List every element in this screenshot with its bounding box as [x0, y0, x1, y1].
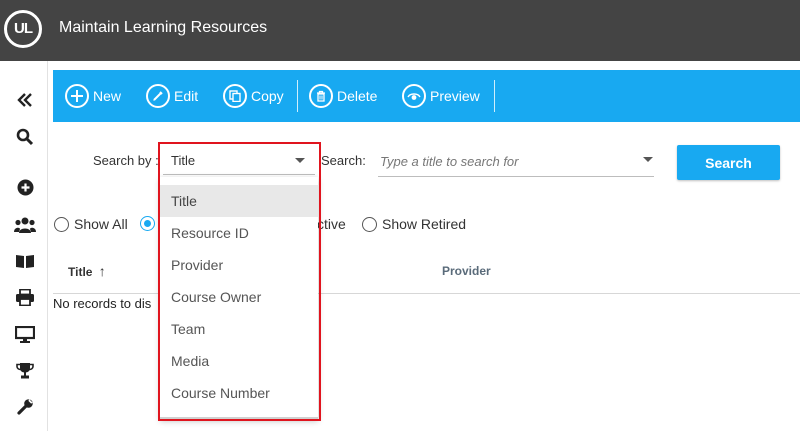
- users-icon[interactable]: [14, 214, 36, 236]
- left-rail: [0, 61, 48, 431]
- chevron-down-icon: [295, 158, 305, 163]
- trash-icon: [309, 84, 333, 108]
- column-header-title[interactable]: Title ↑: [68, 263, 106, 279]
- radio-selected-icon: [140, 216, 155, 231]
- copy-icon: [223, 84, 247, 108]
- empty-table-message: No records to dis: [53, 296, 152, 311]
- search-label: Search:: [321, 153, 366, 168]
- delete-label: Delete: [337, 88, 378, 104]
- eye-icon: [402, 84, 426, 108]
- dropdown-bottom-border: [160, 417, 318, 419]
- show-retired-label: Show Retired: [382, 216, 467, 232]
- dropdown-option-course-owner[interactable]: Course Owner: [160, 281, 318, 313]
- new-button[interactable]: New: [65, 82, 121, 110]
- ul-logo: UL: [4, 10, 42, 48]
- chevron-down-icon[interactable]: [643, 157, 653, 162]
- search-by-select[interactable]: Title: [163, 147, 315, 175]
- copy-label: Copy: [251, 88, 284, 104]
- new-label: New: [93, 88, 122, 104]
- dropdown-option-resource-id[interactable]: Resource ID: [160, 217, 318, 249]
- dropdown-option-media[interactable]: Media: [160, 345, 318, 377]
- collapse-icon[interactable]: [14, 89, 36, 111]
- preview-label: Preview: [430, 88, 480, 104]
- action-toolbar: New Edit Copy Delete Preview: [53, 70, 800, 122]
- show-active-label: ctive: [317, 216, 346, 232]
- trophy-icon[interactable]: [14, 359, 36, 381]
- column-title-label: Title: [68, 265, 93, 279]
- radio-icon: [54, 216, 69, 232]
- show-active-radio[interactable]: [140, 216, 160, 231]
- preview-button[interactable]: Preview: [402, 82, 480, 110]
- search-icon[interactable]: [14, 126, 36, 148]
- search-button[interactable]: Search: [677, 145, 780, 180]
- dropdown-option-team[interactable]: Team: [160, 313, 318, 345]
- show-active-label-fragment: ctive: [317, 216, 346, 232]
- show-retired-radio[interactable]: Show Retired: [362, 216, 466, 232]
- search-input[interactable]: [378, 147, 654, 177]
- app-header: UL Maintain Learning Resources: [0, 0, 800, 61]
- show-all-label: Show All: [74, 216, 128, 232]
- book-icon[interactable]: [14, 250, 36, 272]
- dropdown-option-provider[interactable]: Provider: [160, 249, 318, 281]
- search-by-label: Search by :: [93, 153, 159, 168]
- dropdown-option-course-number[interactable]: Course Number: [160, 377, 318, 409]
- dropdown-option-title[interactable]: Title: [160, 185, 318, 217]
- toolbar-divider: [297, 80, 298, 112]
- edit-button[interactable]: Edit: [146, 82, 198, 110]
- toolbar-divider: [494, 80, 495, 112]
- logo-text: UL: [14, 20, 33, 37]
- page-title: Maintain Learning Resources: [59, 19, 268, 36]
- show-all-radio[interactable]: Show All: [54, 216, 128, 232]
- sort-arrow-icon[interactable]: ↑: [99, 263, 106, 279]
- delete-button[interactable]: Delete: [309, 82, 377, 110]
- wrench-icon[interactable]: [14, 395, 36, 417]
- radio-icon: [362, 216, 377, 232]
- edit-label: Edit: [174, 88, 199, 104]
- printer-icon[interactable]: [14, 286, 36, 308]
- copy-button[interactable]: Copy: [223, 82, 284, 110]
- column-header-provider[interactable]: Provider: [442, 264, 491, 278]
- add-circle-icon[interactable]: [14, 176, 36, 198]
- monitor-icon[interactable]: [14, 323, 36, 345]
- search-by-dropdown: Title Resource ID Provider Course Owner …: [160, 177, 318, 419]
- pencil-icon: [146, 84, 170, 108]
- plus-icon: [65, 84, 89, 108]
- search-by-value: Title: [171, 153, 196, 168]
